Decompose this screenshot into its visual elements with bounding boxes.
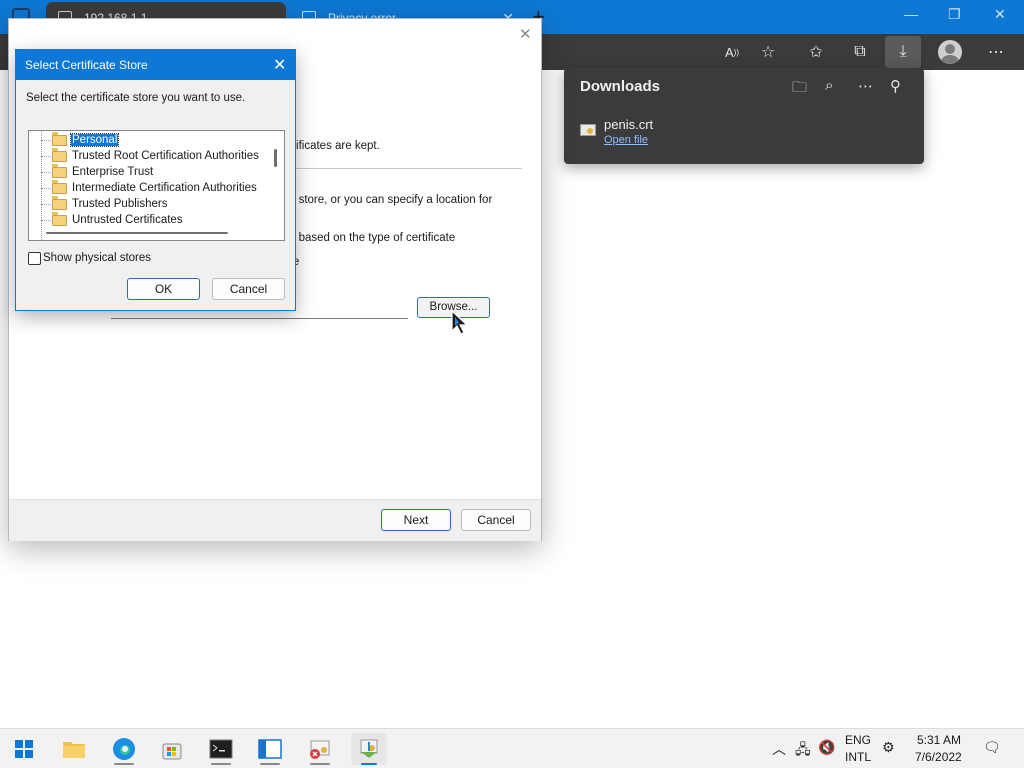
collections-icon[interactable]: ⧉ xyxy=(848,40,872,64)
wizard-close-icon[interactable]: ✕ xyxy=(519,25,532,43)
taskbar-certificate-app[interactable] xyxy=(302,733,338,765)
folder-icon xyxy=(52,196,67,210)
wizard-text: e store, or you can specify a location f… xyxy=(289,194,493,206)
tree-item-trusted-publishers[interactable]: Trusted Publishers xyxy=(29,196,269,213)
certificate-import-icon xyxy=(360,739,378,758)
taskbar-terminal[interactable] xyxy=(203,733,239,765)
store-icon xyxy=(162,743,182,760)
select-certificate-store-dialog: Select Certificate Store ✕ Select the ce… xyxy=(15,49,296,311)
settings-icon[interactable]: ⚙ xyxy=(882,739,895,756)
network-icon[interactable]: 🖧 xyxy=(795,739,811,763)
tree-item-label: Untrusted Certificates xyxy=(72,214,183,226)
window-app-icon xyxy=(258,739,282,759)
wizard-cancel-button[interactable]: Cancel xyxy=(461,509,531,531)
folder-icon xyxy=(52,132,67,146)
mouse-cursor-icon xyxy=(451,310,469,335)
tree-item-label: Trusted Root Certification Authorities xyxy=(72,150,259,162)
clock-time[interactable]: 5:31 AM xyxy=(917,733,961,747)
terminal-icon xyxy=(209,739,233,759)
edge-icon xyxy=(113,738,135,760)
clock-date: 7/6/2022 xyxy=(915,750,962,764)
wizard-text: rtificates are kept. xyxy=(289,140,380,152)
tree-item-intermediate[interactable]: Intermediate Certification Authorities xyxy=(29,180,269,197)
taskbar-certificate-import[interactable] xyxy=(351,733,387,765)
dialog-cancel-button[interactable]: Cancel xyxy=(212,278,285,300)
certificate-store-tree[interactable]: Personal Trusted Root Certification Auth… xyxy=(28,130,285,241)
chevron-up-icon[interactable]: ︿ xyxy=(772,739,786,759)
more-icon[interactable]: ⋯ xyxy=(984,40,1008,64)
show-physical-stores-label: Show physical stores xyxy=(43,252,152,264)
horizontal-scrollbar[interactable] xyxy=(46,232,228,234)
tree-item-personal[interactable]: Personal xyxy=(29,132,269,149)
profile-icon[interactable] xyxy=(938,40,962,64)
tree-item-label: Personal xyxy=(69,133,120,147)
wizard-text: e based on the type of certificate xyxy=(289,232,456,244)
language-indicator[interactable]: ENG xyxy=(845,733,871,747)
dialog-prompt: Select the certificate store you want to… xyxy=(26,92,246,104)
ok-button[interactable]: OK xyxy=(127,278,200,300)
tree-item-label: Intermediate Certification Authorities xyxy=(72,182,257,194)
volume-muted-icon[interactable]: 🔇 xyxy=(818,739,835,756)
taskbar: ︿ 🖧 🔇 ENG INTL ⚙ 5:31 AM 7/6/2022 🗨 xyxy=(0,728,1024,768)
certificate-file-icon xyxy=(580,124,596,136)
certificate-error-icon xyxy=(310,740,330,759)
divider xyxy=(287,168,522,169)
downloads-icon[interactable]: ⤓ xyxy=(885,36,921,68)
restore-icon[interactable]: ❐ xyxy=(948,6,961,23)
tree-item-trusted-root[interactable]: Trusted Root Certification Authorities xyxy=(29,148,269,165)
taskbar-store[interactable] xyxy=(154,733,190,765)
download-filename[interactable]: penis.crt xyxy=(604,117,653,132)
taskbar-edge[interactable] xyxy=(106,733,142,765)
close-window-icon[interactable]: ✕ xyxy=(994,6,1006,23)
open-folder-icon[interactable]: 🗀 xyxy=(792,77,807,102)
folder-icon xyxy=(52,180,67,194)
next-button[interactable]: Next xyxy=(381,509,451,531)
favorites-icon[interactable]: ✩ xyxy=(804,40,828,64)
read-aloud-icon[interactable]: A)) xyxy=(720,40,744,64)
folder-icon xyxy=(52,212,67,226)
notifications-icon[interactable]: 🗨 xyxy=(983,739,1001,756)
tree-item-label: Trusted Publishers xyxy=(72,198,168,210)
taskbar-app-window[interactable] xyxy=(252,733,288,765)
minimize-icon[interactable]: — xyxy=(904,6,918,22)
windows-logo-icon xyxy=(15,740,33,758)
vertical-scrollbar[interactable] xyxy=(274,149,277,167)
more-options-icon[interactable]: ⋯ xyxy=(858,77,873,95)
folder-icon xyxy=(63,742,85,758)
add-favorite-icon[interactable]: ☆ xyxy=(756,40,780,64)
folder-icon xyxy=(52,164,67,178)
language-layout: INTL xyxy=(845,750,872,764)
downloads-title: Downloads xyxy=(580,78,661,95)
tree-item-label: Enterprise Trust xyxy=(72,166,154,178)
downloads-panel: Downloads 🗀 ⌕ ⋯ ⚲ penis.crt Open file xyxy=(564,68,924,164)
show-physical-stores-checkbox[interactable] xyxy=(28,252,41,265)
taskbar-file-explorer[interactable] xyxy=(56,733,92,765)
start-button[interactable] xyxy=(6,733,42,765)
dialog-titlebar: Select Certificate Store ✕ xyxy=(16,50,295,80)
open-file-link[interactable]: Open file xyxy=(604,134,648,146)
tree-item-untrusted[interactable]: Untrusted Certificates xyxy=(29,212,269,229)
pin-icon[interactable]: ⚲ xyxy=(890,77,901,95)
search-icon[interactable]: ⌕ xyxy=(825,77,833,94)
folder-icon xyxy=(52,148,67,162)
dialog-close-icon[interactable]: ✕ xyxy=(273,55,286,75)
dialog-title: Select Certificate Store xyxy=(25,58,148,72)
tree-item-enterprise-trust[interactable]: Enterprise Trust xyxy=(29,164,269,181)
